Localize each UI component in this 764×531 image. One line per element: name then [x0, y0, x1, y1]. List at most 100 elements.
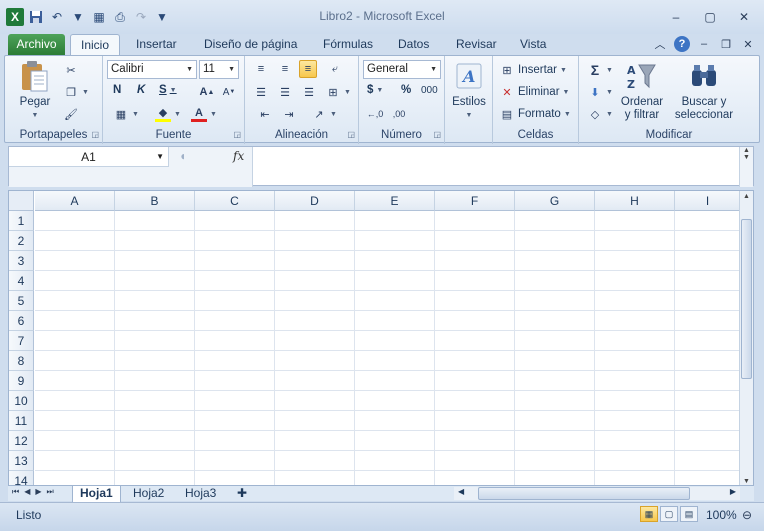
clear-dropdown-icon[interactable]: ▼ [606, 111, 613, 118]
font-launcher-icon[interactable]: ◲ [233, 130, 241, 139]
number-launcher-icon[interactable]: ◲ [433, 130, 441, 139]
italic-button[interactable]: K [137, 84, 145, 96]
horizontal-scroll-thumb[interactable] [478, 487, 690, 500]
workbook-minimize-icon[interactable]: – [696, 36, 712, 52]
workbook-close-icon[interactable]: ✕ [740, 36, 756, 52]
row-header[interactable]: 8 [9, 351, 34, 371]
font-color-button[interactable]: A ▼ [191, 106, 217, 122]
styles-button[interactable]: A Estilos ▼ [451, 60, 487, 122]
zoom-level[interactable]: 100% [706, 508, 737, 522]
sort-filter-button[interactable]: AZ Ordenar y filtrar [619, 60, 665, 122]
currency-dropdown-icon[interactable]: ▼ [376, 87, 383, 94]
thousands-button[interactable]: 000 [421, 85, 438, 96]
new-sheet-icon[interactable]: ✚ [230, 486, 254, 502]
bold-button[interactable]: N [113, 84, 121, 96]
shrink-font-button[interactable]: A ▼ [221, 84, 237, 100]
tab-insert[interactable]: Insertar [126, 34, 187, 56]
chevron-down-icon[interactable]: ▼ [156, 147, 164, 167]
scroll-left-icon[interactable]: ◀ [458, 487, 464, 496]
underline-dropdown-icon[interactable]: ▼ [170, 87, 177, 94]
column-header-e[interactable]: E [355, 191, 435, 211]
column-header-g[interactable]: G [515, 191, 595, 211]
insert-function-icon[interactable]: fx [233, 149, 244, 163]
prev-sheet-icon[interactable]: ◀ [24, 487, 30, 497]
paste-dropdown-icon[interactable]: ▼ [32, 109, 39, 122]
row-header[interactable]: 10 [9, 391, 34, 411]
grow-font-button[interactable]: A ▲ [199, 84, 215, 100]
align-right-button[interactable]: ☰ [301, 84, 317, 100]
minimize-icon[interactable]: – [666, 8, 686, 26]
cut-button[interactable]: ✂ [63, 62, 79, 78]
next-sheet-icon[interactable]: ▶ [35, 487, 41, 497]
row-header[interactable]: 13 [9, 451, 34, 471]
workbook-restore-icon[interactable]: ❐ [718, 36, 734, 52]
column-header-b[interactable]: B [115, 191, 195, 211]
column-header-a[interactable]: A [35, 191, 115, 211]
tab-data[interactable]: Datos [388, 34, 439, 56]
scroll-down-icon[interactable]: ▼ [740, 478, 753, 485]
borders-button[interactable]: ▦ ▼ [113, 106, 139, 122]
page-layout-view-icon[interactable]: ▢ [660, 506, 678, 522]
increase-indent-button[interactable]: ⇥ [281, 106, 297, 122]
tab-review[interactable]: Revisar [446, 34, 507, 56]
fill-color-dropdown-icon[interactable]: ▼ [174, 111, 181, 118]
close-icon[interactable]: ✕ [734, 8, 754, 26]
copy-dropdown-icon[interactable]: ▼ [82, 89, 89, 96]
orientation-button[interactable]: ↗ ▼ [311, 106, 337, 122]
tab-page-layout[interactable]: Diseño de página [194, 34, 307, 56]
fill-color-button[interactable]: ◆ ▼ [155, 106, 181, 122]
sheet-tab-hoja3[interactable]: Hoja3 [178, 486, 223, 502]
column-header-d[interactable]: D [275, 191, 355, 211]
minimize-ribbon-icon[interactable]: ︿ [652, 36, 668, 52]
cell-area[interactable] [35, 211, 741, 485]
zoom-out-icon[interactable]: ⊖ [742, 508, 752, 522]
row-header[interactable]: 5 [9, 291, 34, 311]
insert-dropdown-icon[interactable]: ▼ [560, 67, 567, 74]
scroll-up-icon[interactable]: ▲ [740, 193, 753, 200]
fill-button[interactable]: ⬇ ▼ [587, 84, 613, 100]
merge-dropdown-icon[interactable]: ▼ [344, 89, 351, 96]
row-header[interactable]: 6 [9, 311, 34, 331]
font-size-select[interactable]: 11 ▼ [199, 60, 239, 79]
autosum-button[interactable]: Σ ▼ [587, 62, 613, 78]
column-header-i[interactable]: I [675, 191, 741, 211]
row-header[interactable]: 12 [9, 431, 34, 451]
column-header-f[interactable]: F [435, 191, 515, 211]
row-header[interactable]: 14 [9, 471, 34, 485]
page-break-view-icon[interactable]: ▤ [680, 506, 698, 522]
last-sheet-icon[interactable]: ⏭ [47, 487, 54, 497]
maximize-icon[interactable]: ▢ [700, 8, 720, 26]
alignment-launcher-icon[interactable]: ◲ [347, 130, 355, 139]
select-all-corner[interactable] [9, 191, 34, 211]
tab-file[interactable]: Archivo [8, 34, 65, 56]
find-select-button[interactable]: Buscar y seleccionar [669, 60, 739, 122]
orientation-dropdown-icon[interactable]: ▼ [330, 111, 337, 118]
font-name-select[interactable]: Calibri ▼ [107, 60, 197, 79]
row-header[interactable]: 2 [9, 231, 34, 251]
tab-home[interactable]: Inicio [70, 34, 121, 56]
horizontal-scrollbar[interactable]: ◀ ▶ [454, 487, 740, 500]
first-sheet-icon[interactable]: ⏮ [12, 487, 19, 497]
row-header[interactable]: 9 [9, 371, 34, 391]
insert-cells-button[interactable]: ⊞ Insertar ▼ [499, 62, 567, 78]
decrease-decimal-button[interactable]: ,00 [391, 106, 407, 122]
help-icon[interactable]: ? [674, 36, 690, 52]
merge-center-button[interactable]: ⊞ ▼ [325, 84, 351, 100]
number-format-select[interactable]: General ▼ [363, 60, 441, 79]
align-left-button[interactable]: ☰ [253, 84, 269, 100]
styles-dropdown-icon[interactable]: ▼ [466, 109, 473, 122]
percent-button[interactable]: % [401, 84, 411, 96]
splitter-handle-icon[interactable]: ◖ [179, 149, 186, 163]
align-center-button[interactable]: ☰ [277, 84, 293, 100]
column-header-c[interactable]: C [195, 191, 275, 211]
name-box[interactable]: A1 ▼ [9, 147, 169, 167]
clear-button[interactable]: ◇ ▼ [587, 106, 613, 122]
normal-view-icon[interactable]: ▦ [640, 506, 658, 522]
autosum-dropdown-icon[interactable]: ▼ [606, 67, 613, 74]
row-header[interactable]: 1 [9, 211, 34, 231]
format-dropdown-icon[interactable]: ▼ [564, 111, 571, 118]
paste-button[interactable]: Pegar ▼ [19, 60, 51, 122]
format-painter-button[interactable]: 🖌 [63, 106, 79, 122]
row-header[interactable]: 3 [9, 251, 34, 271]
copy-button[interactable]: ❐ ▼ [63, 84, 89, 100]
